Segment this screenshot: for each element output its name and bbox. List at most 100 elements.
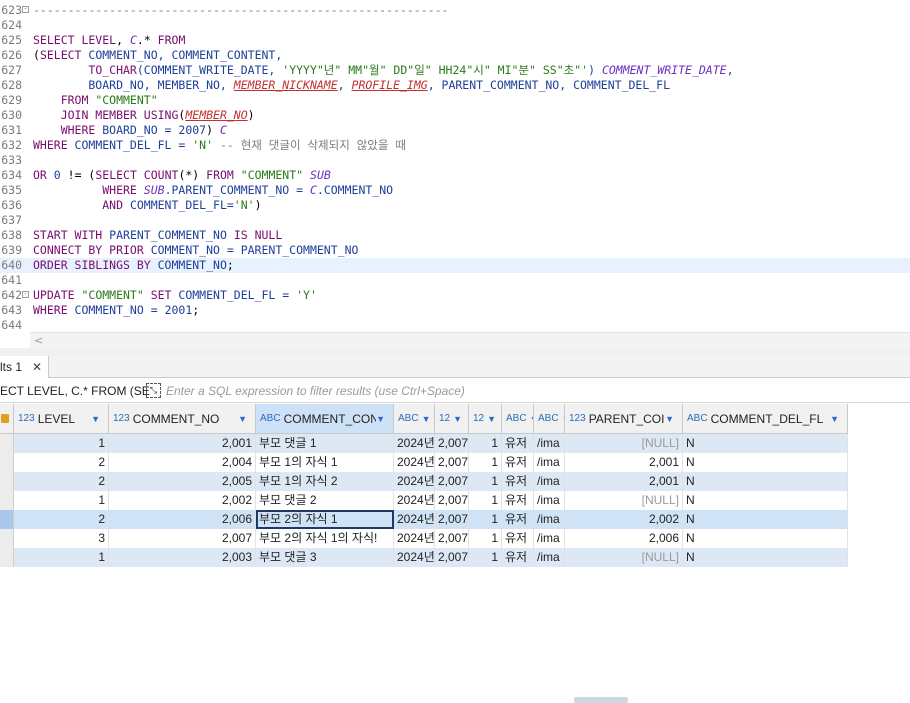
col-write-date-cell[interactable]: 2024년 [394, 434, 435, 453]
col-profile-img-cell[interactable]: /ima [534, 510, 565, 529]
code-line[interactable]: 628 BOARD_NO, MEMBER_NO, MEMBER_NICKNAME… [0, 78, 910, 93]
col-parent-comment-no-cell[interactable]: 2,001 [565, 472, 683, 491]
col-member-nickname-cell[interactable]: 유저 [502, 529, 534, 548]
col-parent-comment-no-cell[interactable]: 2,002 [565, 510, 683, 529]
code-line[interactable]: 641 [0, 273, 910, 288]
col-comment-content-cell[interactable]: 부모 1의 자식 2 [256, 472, 394, 491]
col-comment-content-cell[interactable]: 부모 댓글 1 [256, 434, 394, 453]
col-board-no-cell[interactable]: 2,007 [435, 529, 469, 548]
col-profile-img-cell[interactable]: /ima [534, 472, 565, 491]
sort-dropdown-icon[interactable]: ▼ [487, 414, 496, 424]
col-write-date-cell[interactable]: 2024년 [394, 548, 435, 567]
row-header[interactable] [0, 529, 14, 548]
col-member-nickname-cell[interactable]: 유저 [502, 491, 534, 510]
col-member-nickname-cell[interactable]: 유저 [502, 453, 534, 472]
code-line[interactable]: 634 OR 0 != (SELECT COUNT(*) FROM "COMMEN… [0, 168, 910, 183]
col-parent-comment-no-cell[interactable]: [NULL] [565, 491, 683, 510]
code-line[interactable]: 639 CONNECT BY PRIOR COMMENT_NO = PARENT_… [0, 243, 910, 258]
table-row[interactable]: 1 2,003 부모 댓글 3 2024년 2,007 1 유저/ima [NULL] N [0, 548, 910, 567]
results-grid[interactable]: 123 LEVEL ▼ 123 COMMENT_NO ▼ ABC COMMENT_CON ▼ AB… [0, 404, 910, 584]
code-line[interactable]: 627 TO_CHAR(COMMENT_WRITE_DATE, 'YYYY"년"… [0, 63, 910, 78]
code-line[interactable]: 638 START WITH PARENT_COMMENT_NO IS NULL [0, 228, 910, 243]
col-parent-comment-no-header[interactable]: 123 PARENT_COI ▼ [565, 404, 683, 434]
table-row[interactable]: 2 2,005 부모 1의 자식 2 2024년 2,007 1 유저/ima 2,001 N [0, 472, 910, 491]
col-comment-no-cell[interactable]: 2,006 [109, 510, 256, 529]
code-line[interactable]: 644 [0, 318, 910, 333]
col-parent-comment-no-cell[interactable]: 2,006 [565, 529, 683, 548]
col-write-date-cell[interactable]: 2024년 [394, 491, 435, 510]
col-profile-img-header[interactable]: ABC▼ [534, 404, 565, 434]
table-row[interactable]: 1 2,002 부모 댓글 2 2024년 2,007 1 유저/ima [NULL] N [0, 491, 910, 510]
col-profile-img-cell[interactable]: /ima [534, 548, 565, 567]
table-row[interactable]: 1 2,001 부모 댓글 1 2024년 2,007 1 유저/ima [NULL] N [0, 434, 910, 453]
code-line[interactable]: 624 [0, 18, 910, 33]
col-level-header[interactable]: 123 LEVEL ▼ [14, 404, 109, 434]
col-comment-content-cell[interactable]: 부모 1의 자식 1 [256, 453, 394, 472]
col-board-no-cell[interactable]: 2,007 [435, 434, 469, 453]
col-member-no-cell[interactable]: 1 [469, 548, 502, 567]
row-header[interactable] [0, 548, 14, 567]
col-member-no-cell[interactable]: 1 [469, 434, 502, 453]
sort-dropdown-icon[interactable]: ▼ [91, 414, 100, 424]
row-header[interactable] [0, 434, 14, 453]
col-comment-no-cell[interactable]: 2,005 [109, 472, 256, 491]
col-comment-content-cell[interactable]: 부모 2의 자식 1 [256, 510, 394, 529]
fold-toggle-icon[interactable]: - [22, 6, 29, 13]
col-comment-no-cell[interactable]: 2,007 [109, 529, 256, 548]
col-comment-del-fl-cell[interactable]: N [683, 510, 848, 529]
code-line[interactable]: 636 AND COMMENT_DEL_FL='N') [0, 198, 910, 213]
col-member-no-cell[interactable]: 1 [469, 529, 502, 548]
sort-dropdown-icon[interactable]: ▼ [238, 414, 247, 424]
sort-dropdown-icon[interactable]: ▼ [665, 414, 674, 424]
sort-dropdown-icon[interactable]: ▼ [830, 414, 839, 424]
col-comment-no-cell[interactable]: 2,001 [109, 434, 256, 453]
col-comment-del-fl-cell[interactable]: N [683, 491, 848, 510]
col-write-date-header[interactable]: ABC ▼ [394, 404, 435, 434]
row-header[interactable] [0, 472, 14, 491]
code-line[interactable]: 637 [0, 213, 910, 228]
col-member-nickname-header[interactable]: ABC▼ [502, 404, 534, 434]
col-level-cell[interactable]: 2 [14, 472, 109, 491]
sort-dropdown-icon[interactable]: ▼ [453, 414, 462, 424]
row-header[interactable] [0, 491, 14, 510]
col-level-cell[interactable]: 3 [14, 529, 109, 548]
code-line[interactable]: 643 WHERE COMMENT_NO = 2001; [0, 303, 910, 318]
col-level-cell[interactable]: 2 [14, 453, 109, 472]
col-board-no-cell[interactable]: 2,007 [435, 472, 469, 491]
scroll-left-icon[interactable]: < [34, 334, 43, 347]
col-member-no-cell[interactable]: 1 [469, 510, 502, 529]
col-comment-del-fl-cell[interactable]: N [683, 529, 848, 548]
col-profile-img-cell[interactable]: /ima [534, 491, 565, 510]
col-parent-comment-no-cell[interactable]: [NULL] [565, 434, 683, 453]
col-comment-content-cell[interactable]: 부모 댓글 2 [256, 491, 394, 510]
col-write-date-cell[interactable]: 2024년 [394, 529, 435, 548]
col-member-nickname-cell[interactable]: 유저 [502, 472, 534, 491]
sash-handle-icon[interactable] [574, 697, 628, 703]
col-write-date-cell[interactable]: 2024년 [394, 510, 435, 529]
grid-corner[interactable] [0, 404, 14, 434]
col-comment-content-cell[interactable]: 부모 2의 자식 1의 자식! [256, 529, 394, 548]
col-comment-del-fl-cell[interactable]: N [683, 434, 848, 453]
col-comment-content-cell[interactable]: 부모 댓글 3 [256, 548, 394, 567]
col-board-no-cell[interactable]: 2,007 [435, 453, 469, 472]
col-comment-del-fl-cell[interactable]: N [683, 453, 848, 472]
col-member-nickname-cell[interactable]: 유저 [502, 548, 534, 567]
code-line[interactable]: 623- ------------------------------------… [0, 3, 910, 18]
sort-dropdown-icon[interactable]: ▼ [422, 414, 431, 424]
code-line[interactable]: 642- UPDATE "COMMENT" SET COMMENT_DEL_FL … [0, 288, 910, 303]
editor-horizontal-scrollbar[interactable]: < [30, 332, 910, 348]
col-comment-no-cell[interactable]: 2,004 [109, 453, 256, 472]
col-member-no-cell[interactable]: 1 [469, 453, 502, 472]
close-icon[interactable]: ✕ [32, 360, 42, 374]
col-level-cell[interactable]: 1 [14, 548, 109, 567]
col-member-no-header[interactable]: 12 ▼ [469, 404, 502, 434]
code-line[interactable]: 626 (SELECT COMMENT_NO, COMMENT_CONTENT, [0, 48, 910, 63]
code-line[interactable]: 631 WHERE BOARD_NO = 2007) C [0, 123, 910, 138]
col-comment-no-cell[interactable]: 2,002 [109, 491, 256, 510]
col-member-no-cell[interactable]: 1 [469, 472, 502, 491]
col-comment-no-header[interactable]: 123 COMMENT_NO ▼ [109, 404, 256, 434]
sql-editor[interactable]: 623- ------------------------------------… [0, 0, 910, 332]
col-comment-no-cell[interactable]: 2,003 [109, 548, 256, 567]
code-line[interactable]: 625 SELECT LEVEL, C.* FROM [0, 33, 910, 48]
code-line[interactable]: 633 [0, 153, 910, 168]
